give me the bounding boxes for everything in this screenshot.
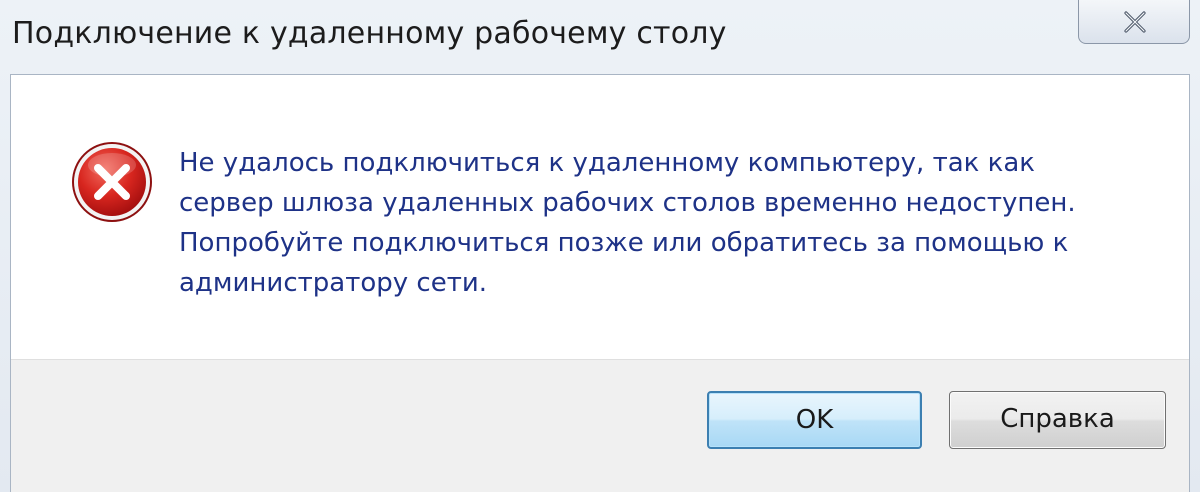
error-icon bbox=[72, 142, 152, 222]
title-bar[interactable]: Подключение к удаленному рабочему столу bbox=[0, 0, 1200, 74]
message-area: Не удалось подключиться к удаленному ком… bbox=[11, 75, 1189, 360]
close-icon bbox=[1124, 11, 1146, 33]
ok-button[interactable]: OK bbox=[707, 391, 922, 449]
error-message: Не удалось подключиться к удаленному ком… bbox=[179, 148, 1076, 298]
help-button[interactable]: Справка bbox=[949, 391, 1166, 449]
dialog-body: Не удалось подключиться к удаленному ком… bbox=[10, 74, 1190, 492]
dialog-window: Подключение к удаленному рабочему столу bbox=[0, 0, 1200, 492]
close-button[interactable] bbox=[1078, 0, 1190, 44]
window-title: Подключение к удаленному рабочему столу bbox=[12, 16, 727, 51]
